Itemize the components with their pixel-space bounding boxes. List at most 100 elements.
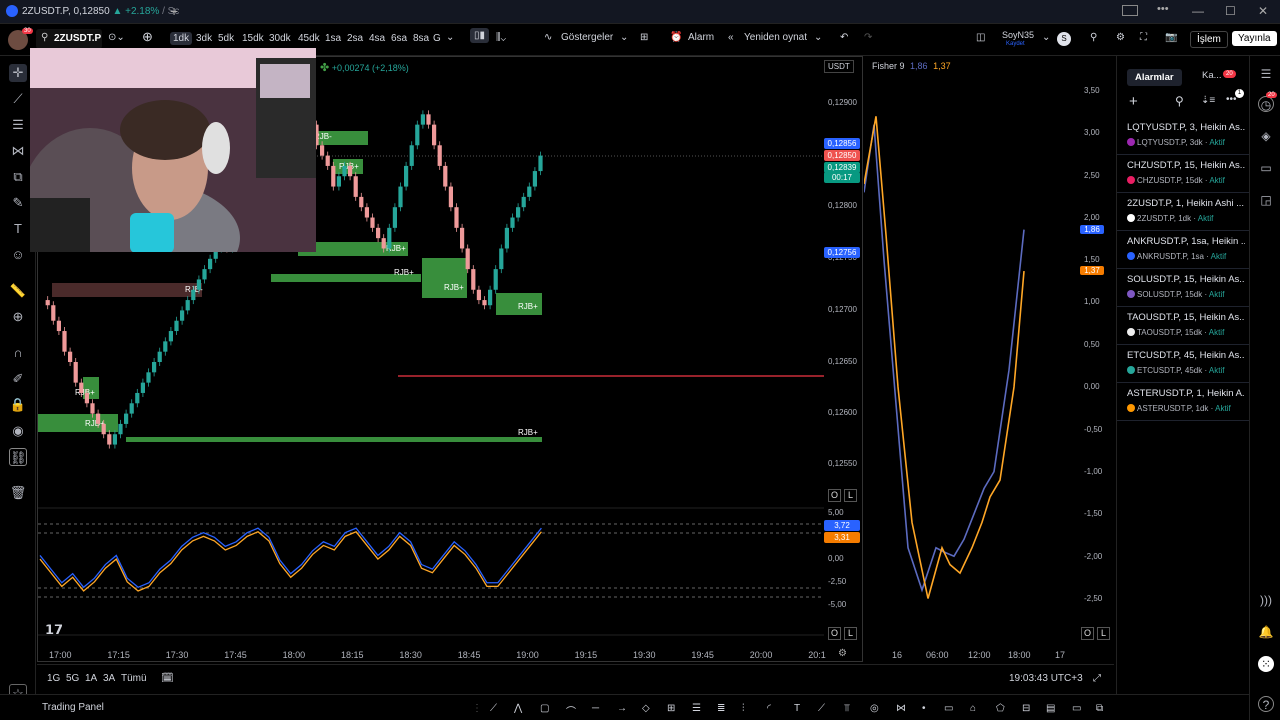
footer-lines-icon[interactable]: ☰ [692, 703, 701, 714]
footer-tag-icon[interactable]: ⌂ [970, 703, 976, 714]
pattern-icon[interactable]: ⋈ [9, 142, 27, 160]
ruler-icon[interactable]: 📏 [9, 282, 27, 300]
tab-alarms[interactable]: Alarmlar [1127, 69, 1182, 86]
fisher-auto-scale-button[interactable]: O [1081, 627, 1094, 640]
crosshair-icon[interactable]: ✛ [9, 64, 27, 82]
trash-icon[interactable]: 🗑 [9, 484, 27, 502]
footer-note-icon[interactable]: ▢ [540, 703, 549, 714]
split-layout-icon[interactable]: ◫ [976, 32, 985, 43]
footer-text-icon[interactable]: T [794, 703, 800, 714]
timeframe-2[interactable]: 5dk [215, 32, 237, 45]
text-icon[interactable]: T [9, 220, 27, 238]
symbol-search[interactable]: ⚲ 2ZUSDT.P [36, 29, 102, 49]
footer-pitchfork-icon[interactable]: ⫪ [844, 703, 850, 714]
footer-line-icon[interactable]: ⟋ [490, 703, 497, 714]
lock-icon[interactable]: 🔒 [9, 396, 27, 414]
footer-table-icon[interactable]: ⊟ [1022, 703, 1030, 714]
camera-icon[interactable]: 📷 [1165, 32, 1177, 43]
time-settings-icon[interactable]: ⚙ [838, 648, 847, 659]
minimize-button[interactable]: — [1192, 4, 1204, 18]
trading-panel-button[interactable]: Trading Panel [42, 702, 104, 713]
main-log-scale-button[interactable]: L [844, 489, 857, 502]
footer-chart-icon[interactable]: ▤ [1046, 703, 1055, 714]
publish-button[interactable]: Yayınla [1232, 31, 1277, 46]
timeframe-dropdown-icon[interactable]: ⌄ [446, 32, 454, 43]
lock-drawing-icon[interactable]: ✐ [9, 370, 27, 388]
help-icon[interactable]: ? [1258, 696, 1274, 712]
new-tab-button[interactable]: + [170, 3, 178, 19]
footer-hline-icon[interactable]: ─ [592, 703, 599, 714]
settings-icon[interactable]: ⚙ [1116, 32, 1125, 43]
maximize-button[interactable]: ☐ [1225, 4, 1236, 18]
bell-icon[interactable]: 🔔 [1258, 624, 1274, 640]
range-button[interactable]: Tümü [121, 673, 147, 684]
add-symbol-icon[interactable]: ⊕ [142, 29, 153, 45]
alarm-icon[interactable]: ⏰ [670, 32, 682, 43]
timeframe-0[interactable]: 1dk [170, 32, 193, 45]
footer-pattern-icon[interactable]: ⋈ [896, 703, 906, 714]
footer-dot-icon[interactable]: • [922, 703, 926, 714]
footer-curve-icon[interactable]: ⌒ [566, 703, 576, 718]
close-button[interactable]: ✕ [1258, 4, 1268, 18]
compare-icon[interactable]: ⊙⌄ [108, 32, 125, 43]
footer-grid-icon[interactable]: ⊞ [667, 703, 675, 714]
expand-icon[interactable]: ⤢ [1093, 673, 1101, 684]
redo-icon[interactable]: ↷ [864, 32, 872, 43]
footer-pen-icon[interactable]: ⟋ [818, 703, 825, 714]
footer-zigzag-icon[interactable]: ⋀ [514, 703, 522, 714]
layers-icon[interactable]: ◈ [1258, 128, 1274, 144]
s-badge[interactable]: S [1057, 32, 1071, 46]
clock-readout[interactable]: 19:03:43 UTC+3 [1009, 673, 1083, 684]
footer-fib-icon[interactable]: ≣ [717, 703, 725, 714]
replay-button[interactable]: Yeniden oynat [744, 32, 807, 43]
brush-icon[interactable]: ✎ [9, 194, 27, 212]
footer-circle-icon[interactable]: ◎ [870, 703, 879, 714]
range-button[interactable]: 1A [85, 673, 97, 684]
quick-search-icon[interactable]: ⚲ [1090, 32, 1097, 43]
chat-icon[interactable]: ▭ [1258, 160, 1274, 176]
more-dots-icon[interactable]: ••• [1157, 3, 1169, 15]
indicators-dropdown-icon[interactable]: ⌄ [620, 32, 628, 43]
layout-dropdown-icon[interactable]: ⌄ [1042, 32, 1050, 43]
date-range-icon[interactable]: 🗓 [161, 673, 174, 684]
zoom-icon[interactable]: ⊕ [9, 308, 27, 326]
trendline-icon[interactable]: ⟋ [9, 90, 27, 108]
range-button[interactable]: 1G [47, 673, 60, 684]
layout-name[interactable]: SoyN35 [1002, 30, 1034, 40]
apps-grid-icon[interactable]: ⁙ [1258, 656, 1274, 672]
timeframe-11[interactable]: G [430, 32, 444, 45]
footer-ray-icon[interactable]: → [617, 703, 627, 714]
range-button[interactable]: 3A [103, 673, 115, 684]
alarm-item[interactable]: 2ZUSDT.P, 1, Heikin Ashi ... 2ZUSDT.P, 1d… [1117, 193, 1249, 231]
fisher-log-scale-button[interactable]: L [1097, 627, 1110, 640]
templates-icon[interactable]: ⊞ [640, 32, 648, 43]
emoji-icon[interactable]: ☺ [9, 246, 27, 264]
main-auto-scale-button[interactable]: O [828, 489, 841, 502]
timeframe-5[interactable]: 45dk [295, 32, 323, 45]
footer-box-icon[interactable]: ▭ [1072, 703, 1081, 714]
trade-button[interactable]: İşlem [1190, 31, 1228, 48]
osc-log-scale-button[interactable]: L [844, 627, 857, 640]
layout-icon[interactable] [1122, 5, 1138, 16]
indicators-button[interactable]: Göstergeler [561, 32, 613, 43]
timeframe-7[interactable]: 2sa [344, 32, 366, 45]
timeframe-4[interactable]: 30dk [266, 32, 294, 45]
indicators-icon[interactable]: ∿ [544, 32, 552, 43]
tab-other[interactable]: Ka... [1202, 70, 1222, 81]
timeframe-6[interactable]: 1sa [322, 32, 344, 45]
link-icon[interactable]: ⛓ [9, 448, 27, 466]
timeframe-9[interactable]: 6sa [388, 32, 410, 45]
footer-arc-icon[interactable]: ◜ [767, 703, 771, 714]
footer-shape-icon[interactable]: ⬠ [996, 703, 1005, 714]
osc-auto-scale-button[interactable]: O [828, 627, 841, 640]
timeframe-1[interactable]: 3dk [193, 32, 215, 45]
footer-comment-icon[interactable]: ▭ [944, 703, 953, 714]
watchlist-icon[interactable]: ☰ [1258, 66, 1274, 82]
timeframe-10[interactable]: 8sa [410, 32, 432, 45]
alarm-item[interactable]: ANKRUSDT.P, 1sa, Heikin ... ANKRUSDT.P, 1… [1117, 231, 1249, 269]
alarm-button[interactable]: Alarm [688, 32, 714, 43]
timeframe-8[interactable]: 4sa [366, 32, 388, 45]
range-button[interactable]: 5G [66, 673, 79, 684]
forecast-icon[interactable]: ⧉ [9, 168, 27, 186]
footer-channel-icon[interactable]: ⫶ [742, 703, 745, 714]
